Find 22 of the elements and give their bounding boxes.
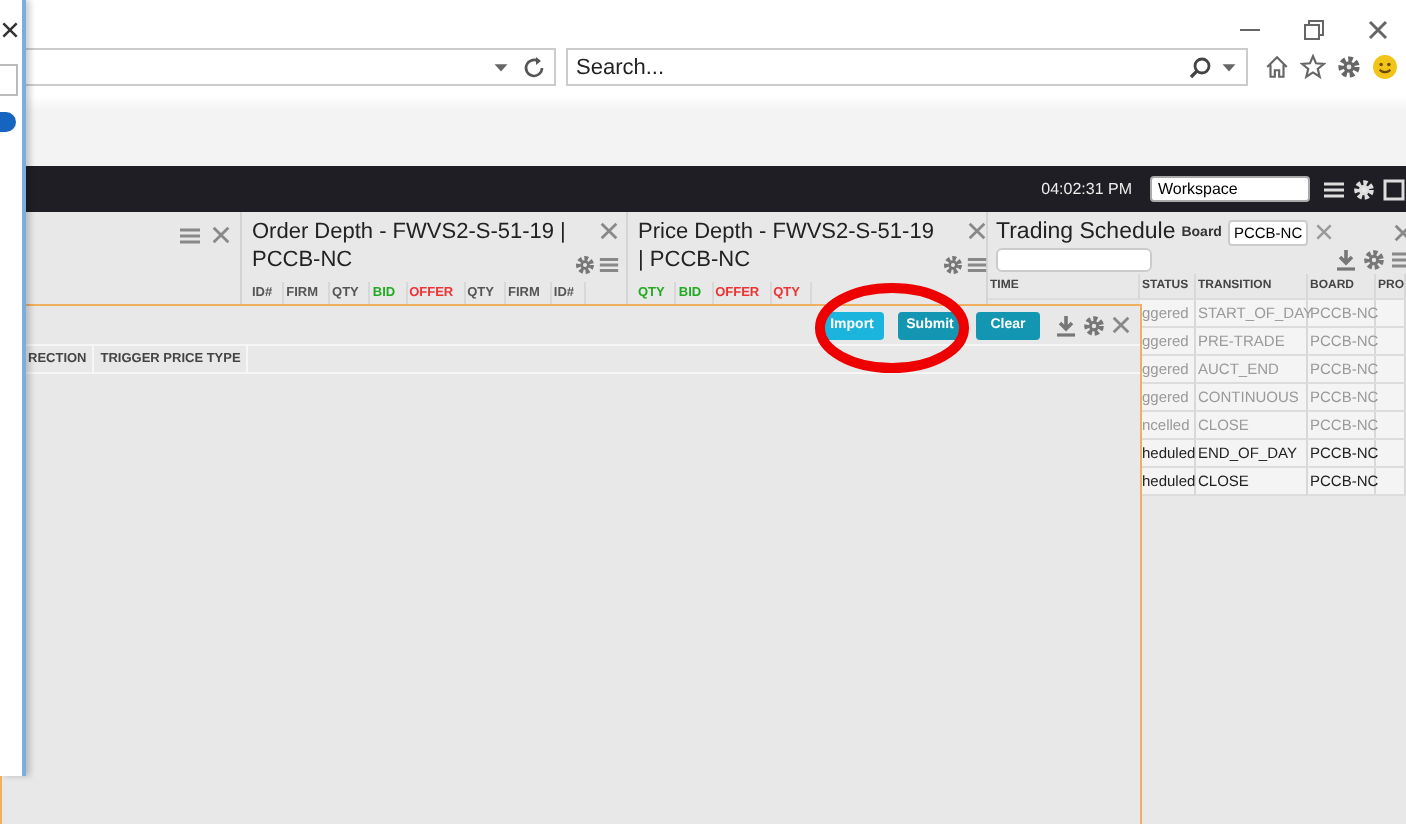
input-field[interactable] (0, 64, 18, 96)
search-bar[interactable]: Search... (566, 48, 1248, 86)
panel-title: Price Depth - FWVS2-S-51-19 | PCCB-NC (638, 218, 936, 276)
smiley-icon[interactable] (1372, 54, 1398, 80)
search-field[interactable]: Search... (568, 55, 1182, 79)
download-icon[interactable] (1334, 248, 1359, 272)
clear-icon[interactable] (1313, 222, 1334, 242)
menu-icon[interactable] (1322, 177, 1346, 201)
square-icon[interactable] (1382, 177, 1406, 201)
star-icon[interactable] (1300, 54, 1326, 80)
close-icon[interactable] (0, 20, 20, 40)
search-field[interactable] (996, 248, 1152, 272)
workspace-field[interactable]: Workspace (1150, 176, 1310, 202)
clock-time: 04:02:31 PM (1041, 180, 1132, 198)
restore-icon[interactable] (1302, 18, 1326, 46)
download-icon[interactable] (1054, 313, 1078, 337)
settings-icon[interactable] (1336, 54, 1362, 80)
home-icon[interactable] (1264, 54, 1290, 80)
refresh-icon[interactable] (522, 55, 546, 79)
panel-title: Trading Schedule (996, 220, 1176, 244)
panel-title: Order Depth - FWVS2-S-51-19 | PCCB-NC (252, 218, 568, 276)
search-icon[interactable] (1188, 55, 1212, 79)
